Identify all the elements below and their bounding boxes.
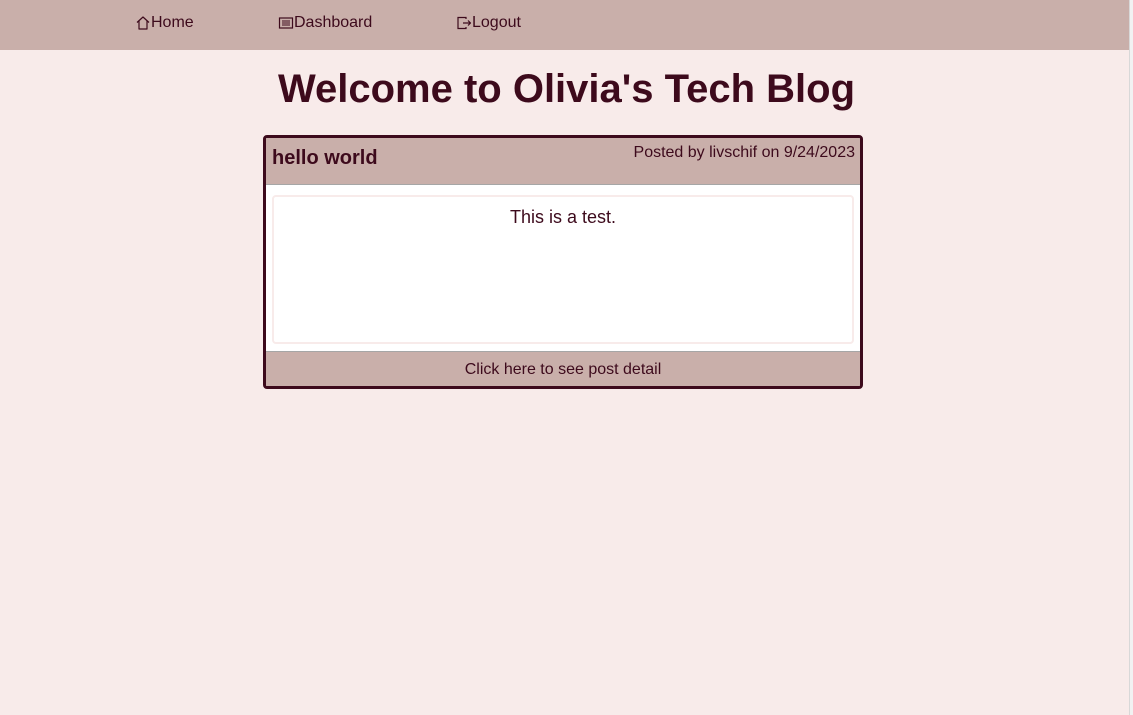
window-scroll-edge (1129, 0, 1133, 715)
nav-logout-label: Logout (472, 14, 521, 31)
post-header: hello world Posted by livschif on 9/24/2… (266, 138, 860, 185)
post-body: This is a test. (272, 195, 854, 344)
nav-home-link[interactable]: Home (135, 13, 194, 33)
page-title: Welcome to Olivia's Tech Blog (277, 67, 856, 111)
nav-dashboard-label: Dashboard (294, 14, 373, 31)
post-title: hello world (272, 147, 378, 169)
post-content: This is a test. (509, 207, 617, 227)
home-icon (135, 15, 151, 31)
post-detail-link[interactable]: Click here to see post detail (266, 351, 860, 386)
nav-home-label: Home (151, 14, 194, 31)
nav-logout-link[interactable]: Logout (456, 13, 521, 33)
nav-dashboard-link[interactable]: Dashboard (278, 13, 372, 33)
list-icon (278, 15, 294, 31)
top-navbar: Home Dashboard Logout (0, 0, 1133, 50)
post-card: hello world Posted by livschif on 9/24/2… (263, 135, 863, 389)
logout-icon (456, 15, 472, 31)
post-meta: Posted by livschif on 9/24/2023 (633, 144, 855, 161)
